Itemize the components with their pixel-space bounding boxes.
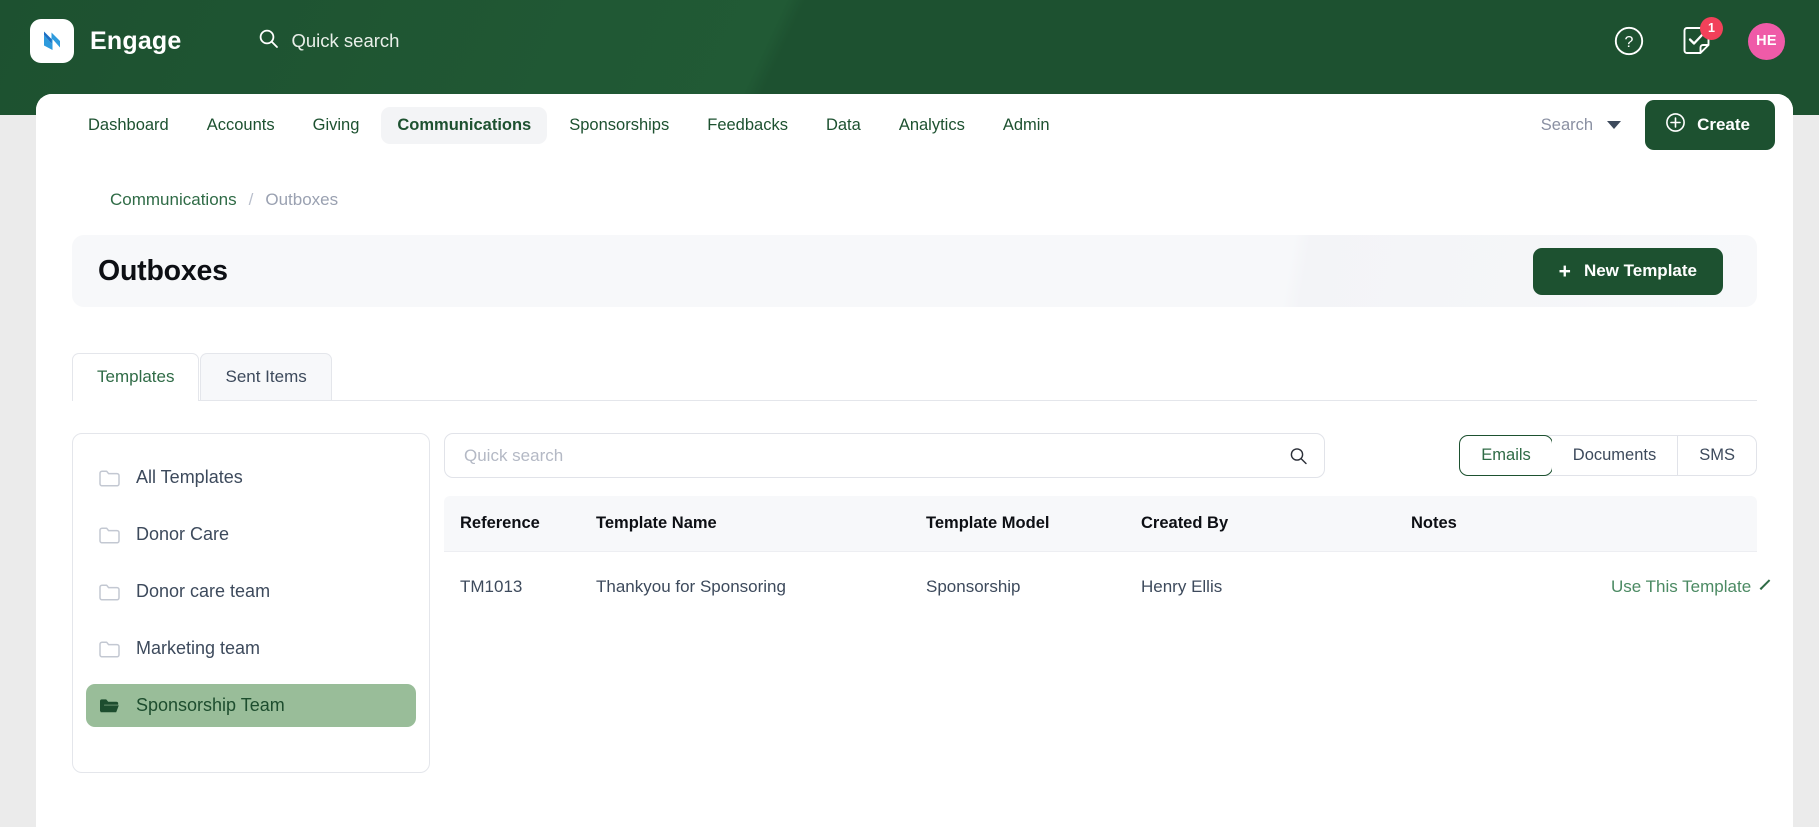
breadcrumb-parent[interactable]: Communications xyxy=(110,190,237,210)
search-icon[interactable] xyxy=(1289,446,1308,465)
breadcrumb-current: Outboxes xyxy=(265,190,339,209)
plus-icon: + xyxy=(1558,259,1571,283)
top-quick-search[interactable]: Quick search xyxy=(258,28,400,54)
cell-actions: Use This Template xyxy=(1611,552,1771,623)
tab-templates[interactable]: Templates xyxy=(72,353,200,401)
chevron-down-icon xyxy=(1607,121,1622,129)
help-circle-icon[interactable]: ? xyxy=(1613,25,1645,57)
table-row[interactable]: TM1013 Thankyou for Sponsoring Sponsorsh… xyxy=(444,552,1771,623)
tasks-badge: 1 xyxy=(1700,16,1723,40)
table-header-row: Reference Template Name Template Model C… xyxy=(444,496,1757,552)
top-quick-search-label: Quick search xyxy=(291,30,400,51)
page-title-card: Outboxes + New Template xyxy=(72,235,1757,307)
filter-documents[interactable]: Documents xyxy=(1551,436,1679,475)
nav-item-admin[interactable]: Admin xyxy=(987,107,1066,144)
cell-template-model: Sponsorship xyxy=(926,577,1021,596)
folder-item-donor-care-team[interactable]: Donor care team xyxy=(86,570,416,613)
breadcrumb: Communications / Outboxes xyxy=(72,156,1757,210)
search-dropdown[interactable]: Search xyxy=(1540,115,1622,135)
outbox-tabs: Templates Sent Items xyxy=(72,353,1757,401)
svg-text:?: ? xyxy=(1625,34,1634,51)
column-header-template-name[interactable]: Template Name xyxy=(596,496,926,552)
folder-item-label: All Templates xyxy=(136,467,243,487)
table-body: TM1013 Thankyou for Sponsoring Sponsorsh… xyxy=(444,552,1771,623)
search-icon xyxy=(258,28,279,54)
search-dropdown-label: Search xyxy=(1540,115,1594,134)
quick-search-wrapper xyxy=(444,433,1325,478)
cell-notes xyxy=(1411,552,1611,623)
folder-closed-icon xyxy=(99,640,120,658)
templates-table-panel: Emails Documents SMS Reference Template … xyxy=(444,433,1771,773)
chevron-down-icon xyxy=(1759,578,1771,590)
folder-item-all-templates[interactable]: All Templates xyxy=(86,456,416,499)
folder-sidebar: All Templates Donor Care Donor care team… xyxy=(72,433,430,773)
column-header-actions xyxy=(1611,496,1757,552)
filter-sms[interactable]: SMS xyxy=(1678,436,1756,475)
column-header-created-by[interactable]: Created By xyxy=(1141,496,1411,552)
folder-item-label: Marketing team xyxy=(136,638,261,658)
create-button[interactable]: Create xyxy=(1645,100,1775,150)
nav-item-feedbacks[interactable]: Feedbacks xyxy=(691,107,804,144)
cell-reference: TM1013 xyxy=(460,577,523,596)
filter-emails[interactable]: Emails xyxy=(1459,435,1553,476)
create-button-label: Create xyxy=(1697,115,1750,134)
column-header-template-model[interactable]: Template Model xyxy=(926,496,1141,552)
cell-created-by: Henry Ellis xyxy=(1141,577,1223,596)
nav-item-dashboard[interactable]: Dashboard xyxy=(72,107,185,144)
nav-item-accounts[interactable]: Accounts xyxy=(191,107,291,144)
folder-item-label: Donor care team xyxy=(136,581,271,601)
nav-item-sponsorships[interactable]: Sponsorships xyxy=(553,107,685,144)
folder-closed-icon xyxy=(99,469,120,487)
column-header-notes[interactable]: Notes xyxy=(1411,496,1611,552)
table-head: Reference Template Name Template Model C… xyxy=(444,496,1757,552)
column-header-reference[interactable]: Reference xyxy=(444,496,596,552)
nav-item-giving[interactable]: Giving xyxy=(297,107,376,144)
use-this-template-label: Use This Template xyxy=(1611,577,1752,596)
brand-name: Engage xyxy=(90,26,182,55)
templates-content: All Templates Donor Care Donor care team… xyxy=(72,433,1771,773)
tab-sent-items[interactable]: Sent Items xyxy=(200,353,332,400)
folder-closed-icon xyxy=(99,583,120,601)
type-filter-group: Emails Documents SMS xyxy=(1459,435,1757,476)
plus-circle-icon xyxy=(1665,112,1686,138)
nav-item-data[interactable]: Data xyxy=(810,107,877,144)
folder-closed-icon xyxy=(99,526,120,544)
cell-template-name: Thankyou for Sponsoring xyxy=(596,577,786,596)
folder-item-marketing-team[interactable]: Marketing team xyxy=(86,627,416,670)
templates-table: Reference Template Name Template Model C… xyxy=(444,496,1771,623)
app-root: Engage Quick search ? 1 HE Dashboard Acc… xyxy=(0,0,1819,827)
new-template-button-label: New Template xyxy=(1583,261,1697,280)
search-input[interactable] xyxy=(444,433,1325,478)
folder-item-label: Donor Care xyxy=(136,524,230,544)
page-title: Outboxes xyxy=(98,254,228,287)
page-surface: Dashboard Accounts Giving Communications… xyxy=(36,94,1793,827)
main-nav: Dashboard Accounts Giving Communications… xyxy=(36,94,1793,156)
task-checklist-icon[interactable]: 1 xyxy=(1681,16,1723,57)
folder-item-label: Sponsorship Team xyxy=(136,695,285,715)
folder-open-icon xyxy=(99,697,120,715)
engage-wave-logo-icon[interactable] xyxy=(30,19,74,63)
nav-item-communications[interactable]: Communications xyxy=(381,106,548,144)
folder-item-sponsorship-team[interactable]: Sponsorship Team xyxy=(86,684,416,727)
templates-toolbar: Emails Documents SMS xyxy=(444,433,1757,478)
folder-item-donor-care[interactable]: Donor Care xyxy=(86,513,416,556)
use-this-template-button[interactable]: Use This Template xyxy=(1611,577,1771,597)
avatar[interactable]: HE xyxy=(1748,22,1785,60)
nav-item-analytics[interactable]: Analytics xyxy=(883,107,981,144)
breadcrumb-separator: / xyxy=(248,190,254,209)
new-template-button[interactable]: + New Template xyxy=(1532,247,1723,295)
